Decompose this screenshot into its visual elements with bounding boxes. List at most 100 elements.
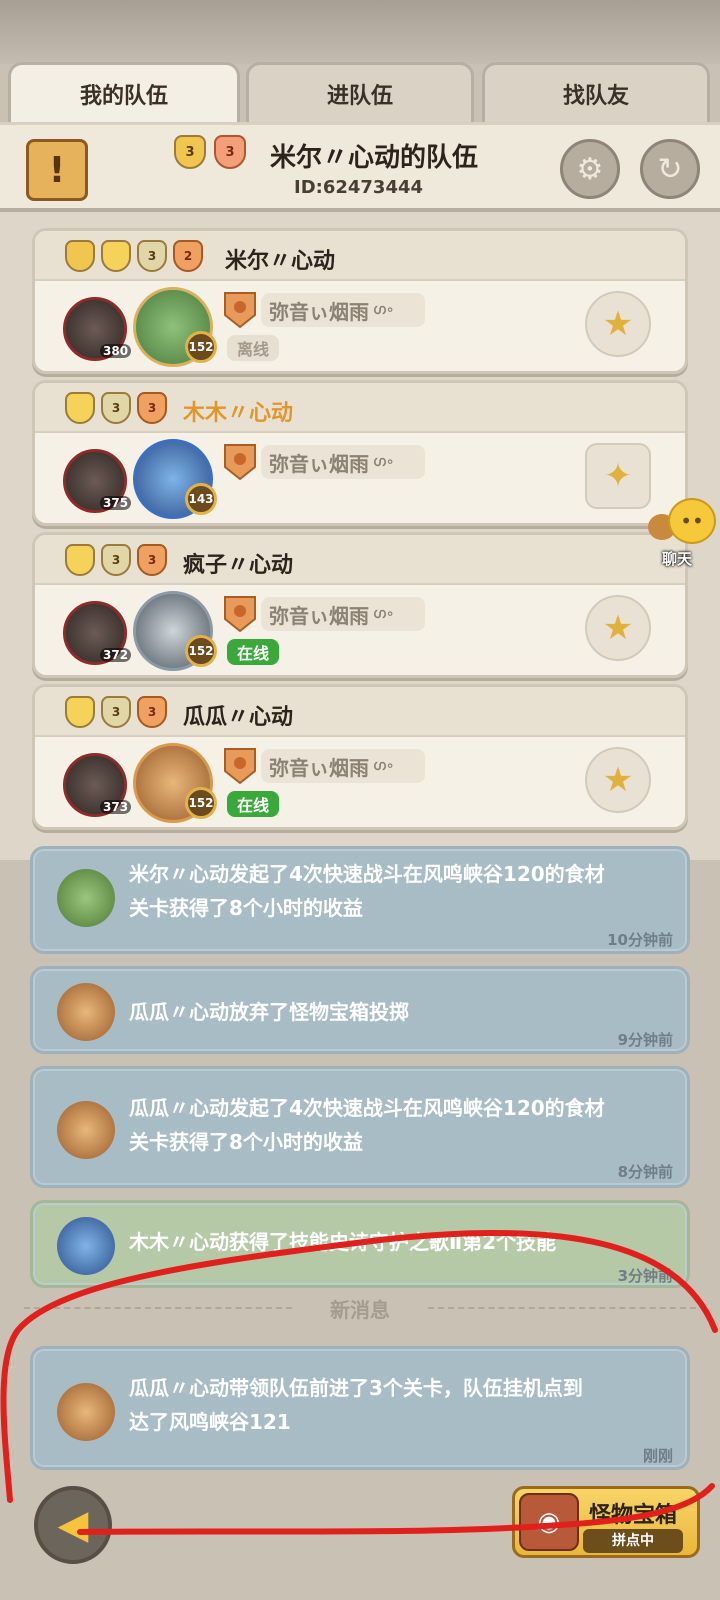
log-text: 瓜瓜〃心动发起了4次快速战斗在风鸣峡谷120的食材 关卡获得了8个小时的收益 [129,1096,605,1154]
log-time: 9分钟前 [617,1031,673,1049]
divider-line [428,1307,696,1309]
member-badges: 3 3 [65,392,167,424]
hero-level: 380 [100,344,132,358]
member-card-header: 3 3 木木〃心动 [35,383,685,433]
rank-badge-icon: 3 [174,135,206,169]
like-hand-icon[interactable]: ★ [585,747,651,813]
monster-chest-status: 拼点中 [583,1529,683,1553]
back-arrow-icon[interactable]: ◀ [34,1486,112,1564]
log-avatar [57,1101,115,1159]
log-avatar [57,983,115,1041]
guild-name: 弥音ぃ烟雨 ഗ∘ [261,445,425,479]
like-hand-icon[interactable]: ★ [585,595,651,661]
log-entry-skill: 木木〃心动获得了技能史诗守护之歌Ⅱ第2个技能 3分钟前 [30,1200,690,1288]
log-avatar [57,1383,115,1441]
mushroom-badge-icon: 3 [137,696,167,728]
member-card[interactable]: 3 3 疯子〃心动 372 152 弥音ぃ烟雨 ഗ∘ 在线 ★ [32,532,688,678]
tab-join-team[interactable]: 进队伍 [246,62,474,122]
divider-line [24,1307,292,1309]
hero-avatar[interactable]: 373 [63,753,132,817]
member-badges: 3 3 [65,544,167,576]
guild-badge-icon [224,292,256,329]
log-time: 10分钟前 [607,931,673,949]
mushroom-badge-icon: 3 [137,392,167,424]
log-time: 8分钟前 [617,1163,673,1181]
chick-badge-icon [65,392,95,424]
mushroom-badge-icon: 2 [173,240,203,272]
monster-chest-label: 怪物宝箱 [589,1503,678,1528]
log-text: 瓜瓜〃心动带领队伍前进了3个关卡，队伍挂机点到 达了风鸣峡谷121 [129,1376,583,1434]
member-name: 瓜瓜〃心动 [183,705,294,730]
new-messages-divider: 新消息 [24,1292,696,1324]
member-badges: 3 2 [65,240,203,272]
mushroom-badge-icon: 3 [137,544,167,576]
top-band [0,0,720,64]
monster-chest-icon: ◉ [519,1493,579,1551]
tab-my-team[interactable]: 我的队伍 [8,62,240,122]
card-hand-icon[interactable]: ✦ [585,443,651,509]
hero-level: 372 [100,648,132,662]
pet-level: 152 [185,331,217,363]
guild-name: 弥音ぃ烟雨 ഗ∘ [261,749,425,783]
log-avatar [57,869,115,927]
rank-badge-icon: 3 [101,544,131,576]
log-text: 木木〃心动获得了技能史诗守护之歌Ⅱ第2个技能 [129,1230,557,1254]
status-badge: 在线 [227,639,280,665]
guild-badge-icon [224,748,256,785]
settings-gear-icon[interactable]: ⚙ [560,139,620,199]
log-entry: 米尔〃心动发起了4次快速战斗在风鸣峡谷120的食材 关卡获得了8个小时的收益 10… [30,846,690,954]
log-entry: 瓜瓜〃心动发起了4次快速战斗在风鸣峡谷120的食材 关卡获得了8个小时的收益 8分… [30,1066,690,1188]
monster-chest-button[interactable]: ◉ 怪物宝箱 拼点中 [512,1486,700,1558]
rank-badge-icon: 3 [101,696,131,728]
pet-level: 143 [185,483,217,515]
log-avatar [57,1217,115,1275]
member-name: 木木〃心动 [183,401,294,426]
chick-badge-icon [101,240,131,272]
status-badge: 离线 [227,335,280,361]
chick-badge-icon [65,544,95,576]
guild-name: 弥音ぃ烟雨 ഗ∘ [261,293,425,327]
member-card[interactable]: 3 2 米尔〃心动 380 152 弥音ぃ烟雨 ഗ∘ 离线 ★ [32,228,688,374]
team-badges: 3 3 [174,135,246,169]
guild-name: 弥音ぃ烟雨 ഗ∘ [261,597,425,631]
team-header: ! 3 3 米尔〃心动的队伍 ID:62473444 ⚙ ↻ [0,122,720,212]
chat-face-icon: •• [668,498,716,544]
hero-avatar[interactable]: 372 [63,601,132,665]
log-text: 瓜瓜〃心动放弃了怪物宝箱投掷 [129,1000,409,1024]
guild-badge-icon [224,444,256,481]
new-messages-label: 新消息 [330,1297,390,1322]
log-entry: 瓜瓜〃心动放弃了怪物宝箱投掷 9分钟前 [30,966,690,1054]
pet-level: 152 [185,787,217,819]
chick-badge-icon [65,696,95,728]
team-id: ID:62473444 [294,177,424,198]
status-badge: 在线 [227,791,280,817]
team-title: 米尔〃心动的队伍 [270,143,479,173]
hero-avatar[interactable]: 375 [63,449,132,513]
hero-level: 375 [100,496,132,510]
rank-badge-icon: 3 [137,240,167,272]
like-hand-icon[interactable]: ★ [585,291,651,357]
member-badges: 3 3 [65,696,167,728]
guild-badge-icon [224,596,256,633]
team-exit-icon[interactable]: ↻ [640,139,700,199]
mushroom-badge-icon: 3 [214,135,246,169]
log-entry-latest: 瓜瓜〃心动带领队伍前进了3个关卡，队伍挂机点到 达了风鸣峡谷121 刚刚 [30,1346,690,1470]
member-name: 疯子〃心动 [183,553,294,578]
chat-label: 聊天 [662,550,693,568]
member-card-header: 3 2 米尔〃心动 [35,231,685,281]
log-time: 刚刚 [642,1447,673,1465]
member-card-header: 3 3 瓜瓜〃心动 [35,687,685,737]
pet-level: 152 [185,635,217,667]
rank-badge-icon: 3 [101,392,131,424]
tab-find-teammate[interactable]: 找队友 [482,62,710,122]
shield-badge-icon [65,240,95,272]
member-name: 米尔〃心动 [225,249,336,274]
team-notice-icon[interactable]: ! [26,139,88,201]
member-card[interactable]: 3 3 瓜瓜〃心动 373 152 弥音ぃ烟雨 ഗ∘ 在线 ★ [32,684,688,830]
member-card-header: 3 3 疯子〃心动 [35,535,685,585]
log-text: 米尔〃心动发起了4次快速战斗在风鸣峡谷120的食材 关卡获得了8个小时的收益 [129,862,605,920]
hero-avatar[interactable]: 380 [63,297,132,361]
chat-button[interactable]: •• 聊天 [648,498,720,570]
hero-level: 373 [100,800,132,814]
member-card[interactable]: 3 3 木木〃心动 375 143 弥音ぃ烟雨 ഗ∘ ✦ [32,380,688,526]
